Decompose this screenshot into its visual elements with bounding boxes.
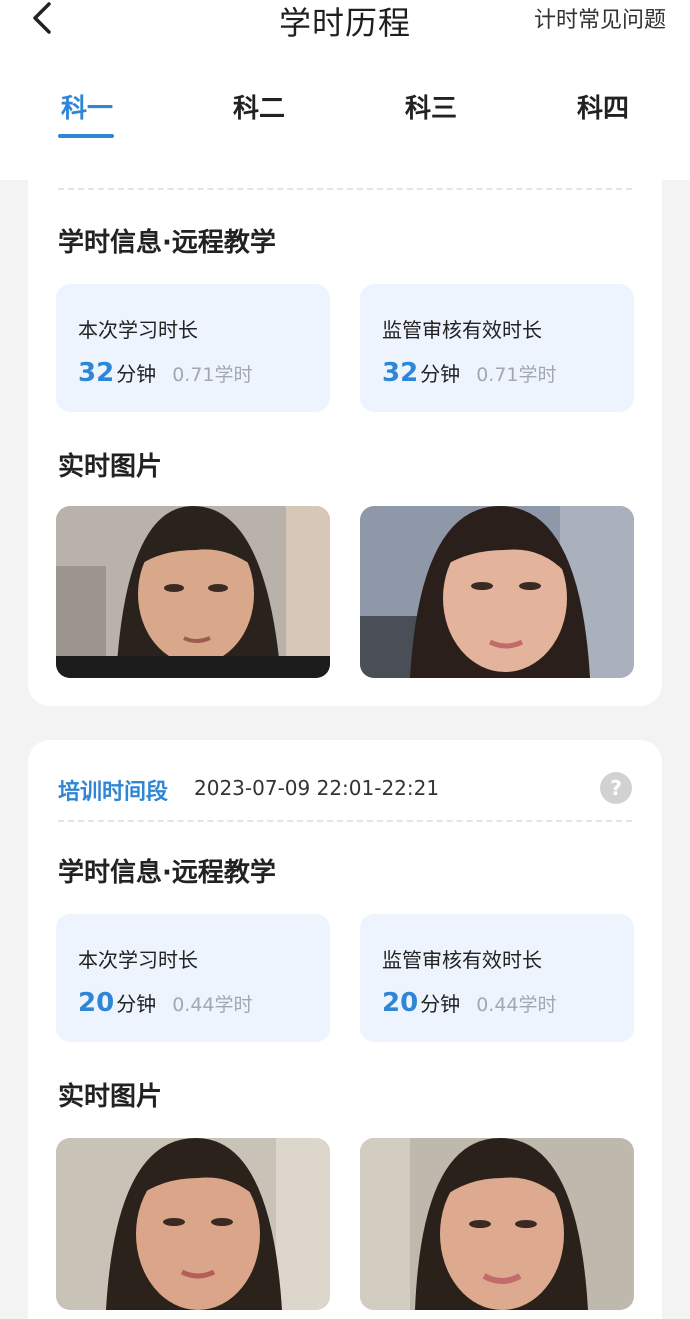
tab-subject-4[interactable]: 科四 <box>558 88 648 125</box>
section-title: 学时信息·远程教学 <box>58 858 276 888</box>
period-label: 培训时间段 <box>58 780 169 805</box>
stat-value-row: 20 分钟 0.44学时 <box>382 988 557 1018</box>
stat-value-row: 32 分钟 0.71学时 <box>382 358 557 388</box>
stat-value: 20 <box>78 988 115 1018</box>
stat-hours: 0.71学时 <box>476 364 557 386</box>
stat-unit: 分钟 <box>420 992 461 1016</box>
section-title: 学时信息·远程教学 <box>58 228 276 258</box>
period-value: 2023-07-09 22:01-22:21 <box>194 776 440 800</box>
stat-hours: 0.44学时 <box>476 994 557 1016</box>
stat-verified-duration: 监管审核有效时长 20 分钟 0.44学时 <box>360 914 634 1042</box>
realtime-photo[interactable] <box>360 1138 634 1310</box>
question-mark-icon[interactable]: ? <box>600 772 632 804</box>
tab-subject-2[interactable]: 科二 <box>214 88 304 125</box>
stat-label: 监管审核有效时长 <box>382 318 542 342</box>
stat-value: 32 <box>78 358 115 388</box>
realtime-photo[interactable] <box>360 506 634 678</box>
stat-unit: 分钟 <box>420 362 461 386</box>
stat-label: 监管审核有效时长 <box>382 948 542 972</box>
photos-title: 实时图片 <box>58 1082 163 1112</box>
tab-subject-3[interactable]: 科三 <box>386 88 476 125</box>
realtime-photo[interactable] <box>56 506 330 678</box>
training-record-card: 学时信息·远程教学 本次学习时长 32 分钟 0.71学时 监管审核有效时长 3… <box>28 150 662 706</box>
faq-link[interactable]: 计时常见问题 <box>534 2 666 34</box>
stat-unit: 分钟 <box>116 992 157 1016</box>
photos-title: 实时图片 <box>58 452 163 482</box>
stat-label: 本次学习时长 <box>78 318 198 342</box>
stat-value: 32 <box>382 358 419 388</box>
stat-hours: 0.44学时 <box>172 994 253 1016</box>
tab-active-indicator <box>58 134 114 138</box>
stat-label: 本次学习时长 <box>78 948 198 972</box>
realtime-photo[interactable] <box>56 1138 330 1310</box>
stat-study-duration: 本次学习时长 32 分钟 0.71学时 <box>56 284 330 412</box>
stat-value-row: 20 分钟 0.44学时 <box>78 988 253 1018</box>
stat-study-duration: 本次学习时长 20 分钟 0.44学时 <box>56 914 330 1042</box>
divider <box>58 188 632 190</box>
stat-value: 20 <box>382 988 419 1018</box>
tab-subject-1[interactable]: 科一 <box>42 88 132 125</box>
divider <box>58 820 632 822</box>
training-record-card: 培训时间段 2023-07-09 22:01-22:21 ? 学时信息·远程教学… <box>28 740 662 1319</box>
stat-unit: 分钟 <box>116 362 157 386</box>
stat-hours: 0.71学时 <box>172 364 253 386</box>
stat-value-row: 32 分钟 0.71学时 <box>78 358 253 388</box>
stat-verified-duration: 监管审核有效时长 32 分钟 0.71学时 <box>360 284 634 412</box>
tab-bar: 科一 科二 科三 科四 <box>0 88 690 148</box>
